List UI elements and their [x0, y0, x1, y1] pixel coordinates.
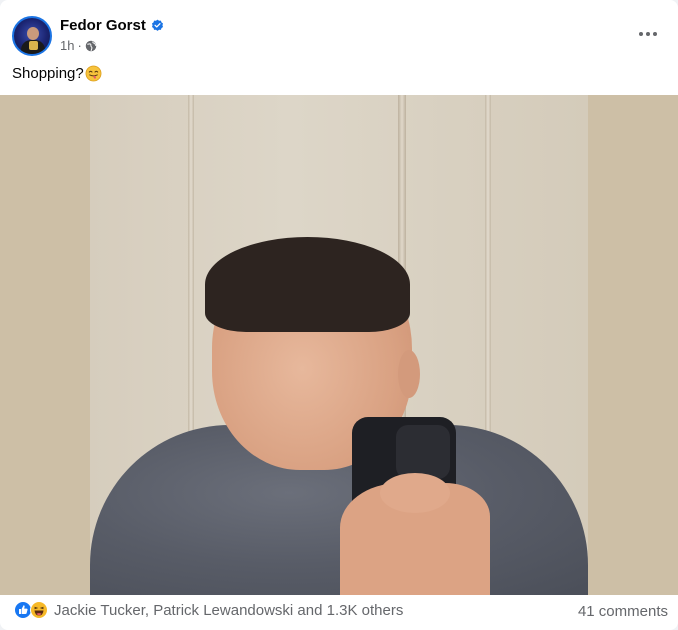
photo-background-right: [588, 95, 678, 595]
haha-icon: [30, 601, 48, 619]
globe-icon[interactable]: [85, 40, 97, 52]
post-meta: 1h ·: [60, 38, 97, 53]
avatar-trophy: [29, 41, 38, 50]
more-dot: [653, 32, 657, 36]
reactors-text[interactable]: Jackie Tucker, Patrick Lewandowski and 1…: [54, 602, 403, 619]
meta-separator: ·: [77, 38, 82, 53]
verified-badge-icon: [151, 19, 163, 31]
photo-hair: [205, 237, 410, 332]
face-with-tongue-icon: [85, 65, 102, 82]
photo-ear: [398, 350, 420, 398]
more-dot: [646, 32, 650, 36]
photo-phone-camera: [396, 425, 450, 479]
avatar-face: [27, 27, 39, 40]
comments-count-link[interactable]: 41 comments: [578, 603, 668, 620]
author-avatar[interactable]: [12, 16, 52, 56]
post-timestamp[interactable]: 1h: [60, 38, 74, 53]
post-header: Fedor Gorst 1h ·: [12, 16, 666, 56]
author-name[interactable]: Fedor Gorst: [60, 17, 146, 34]
post-message: Shopping?: [12, 65, 102, 82]
more-options-button[interactable]: [636, 22, 660, 46]
post-text: Shopping?: [12, 65, 84, 82]
photo-fingers: [380, 473, 450, 513]
post-photo[interactable]: [0, 95, 678, 595]
reactions-summary[interactable]: Jackie Tucker, Patrick Lewandowski and 1…: [14, 601, 403, 619]
author-row: Fedor Gorst: [60, 17, 164, 34]
post-card: Fedor Gorst 1h · Shopping? Jackie Tucker…: [0, 0, 678, 630]
more-dot: [639, 32, 643, 36]
photo-background-left: [0, 95, 90, 595]
